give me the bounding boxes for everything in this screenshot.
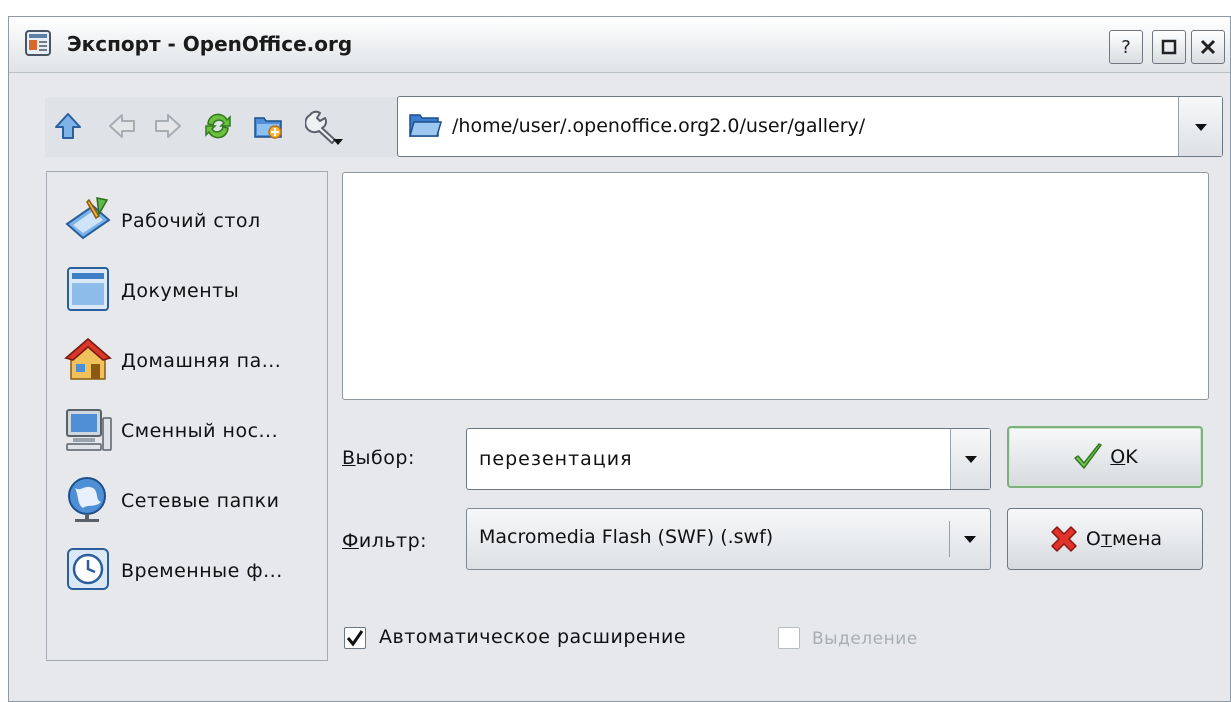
place-label: Рабочий стол — [121, 210, 261, 232]
place-home[interactable]: Домашняя па... — [63, 334, 325, 384]
places-sidebar: Рабочий стол Документы Домашняя па... См… — [46, 171, 328, 661]
app-window-icon — [25, 30, 51, 56]
place-desktop[interactable]: Рабочий стол — [63, 194, 325, 244]
up-icon[interactable] — [53, 111, 83, 141]
filter-select[interactable]: Macromedia Flash (SWF) (.swf) — [466, 508, 991, 570]
home-icon — [63, 338, 113, 380]
chevron-down-icon — [964, 536, 976, 543]
removable-media-icon — [66, 409, 112, 451]
maximize-button[interactable] — [1152, 30, 1186, 64]
reload-icon[interactable] — [203, 111, 233, 141]
selection-checkbox — [778, 627, 800, 649]
checkmark-icon — [1074, 443, 1103, 469]
close-button[interactable] — [1191, 30, 1225, 64]
place-label: Домашняя па... — [121, 350, 282, 372]
desktop-icon — [65, 197, 111, 240]
cancel-button[interactable]: Отмена — [1007, 508, 1203, 570]
place-label: Сетевые папки — [121, 490, 280, 512]
close-icon — [1200, 39, 1216, 55]
help-button[interactable]: ? — [1109, 30, 1143, 64]
path-value[interactable]: /home/user/.openoffice.org2.0/user/galle… — [452, 115, 865, 137]
place-documents[interactable]: Документы — [63, 264, 325, 314]
place-network[interactable]: Сетевые папки — [63, 474, 325, 524]
path-dropdown-button[interactable] — [1178, 97, 1222, 156]
open-folder-icon — [409, 114, 442, 137]
title-bar[interactable]: Экспорт - OpenOffice.org ? — [9, 17, 1230, 73]
documents-icon — [67, 267, 109, 311]
auto-extension-checkbox[interactable] — [344, 627, 366, 649]
window-title: Экспорт - OpenOffice.org — [67, 32, 353, 56]
network-icon — [68, 477, 106, 522]
ok-button-label: OK — [1110, 446, 1138, 468]
configure-icon[interactable] — [305, 107, 345, 147]
new-folder-icon[interactable] — [253, 111, 283, 141]
filename-input[interactable]: перезентация — [479, 448, 633, 470]
filter-dropdown-button[interactable] — [950, 509, 990, 569]
selection-label: Выделение — [812, 629, 918, 649]
filter-label: Фильтр: — [342, 530, 428, 552]
file-list-view[interactable] — [342, 172, 1209, 400]
filename-dropdown-button[interactable] — [950, 429, 990, 489]
chevron-down-icon — [964, 456, 977, 463]
back-icon[interactable] — [107, 111, 137, 141]
export-dialog: Экспорт - OpenOffice.org ? /home/user/.o… — [8, 16, 1231, 702]
place-label: Документы — [121, 280, 240, 302]
background-document-strip — [0, 0, 1231, 16]
temp-files-icon — [67, 548, 109, 590]
place-temp-files[interactable]: Временные ф... — [63, 544, 325, 594]
cancel-button-label: Отмена — [1085, 528, 1163, 550]
ok-button[interactable]: OK — [1007, 426, 1203, 488]
navigation-toolbar — [45, 97, 402, 157]
maximize-icon — [1161, 39, 1177, 55]
auto-extension-label[interactable]: Автоматическое расширение — [379, 626, 686, 648]
forward-icon[interactable] — [153, 111, 183, 141]
place-label: Временные ф... — [121, 560, 283, 582]
place-label: Сменный нос... — [121, 420, 279, 442]
filename-combo-box[interactable]: перезентация — [466, 428, 991, 490]
cancel-x-icon — [1051, 526, 1077, 552]
select-label: Выбор: — [342, 447, 415, 469]
place-removable-media[interactable]: Сменный нос... — [63, 404, 325, 454]
chevron-down-icon — [1194, 123, 1207, 131]
path-combo-box[interactable]: /home/user/.openoffice.org2.0/user/galle… — [397, 96, 1223, 157]
checkmark-icon — [346, 630, 364, 647]
filter-value[interactable]: Macromedia Flash (SWF) (.swf) — [479, 526, 773, 548]
